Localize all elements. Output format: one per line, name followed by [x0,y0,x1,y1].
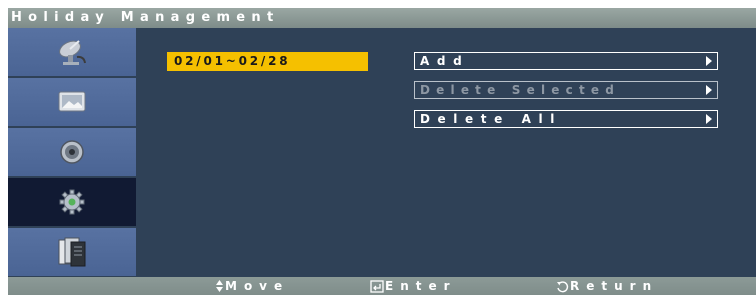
delete-all-button-label: Delete All [420,112,562,126]
sidebar-item-picture[interactable] [8,78,136,126]
delete-selected-button-label: Delete Selected [420,83,621,97]
arrow-right-icon [706,85,712,95]
delete-selected-button[interactable]: Delete Selected [414,81,718,99]
move-hint-label: Move [225,279,290,293]
osd-window: Holiday Management 02/01~02/28 Add Delet… [8,8,756,295]
sidebar-item-multi-control[interactable] [8,228,136,276]
add-button-label: Add [420,54,470,68]
enter-hint: Enter [370,277,457,295]
navigation-hint-bar: Move Enter Return [8,277,756,295]
category-sidebar [8,28,136,277]
delete-all-button[interactable]: Delete All [414,110,718,128]
speaker-icon [60,140,84,164]
sidebar-item-setup[interactable] [8,178,136,226]
sidebar-item-sound[interactable] [8,128,136,176]
arrow-right-icon [706,114,712,124]
enter-icon [370,277,384,295]
up-down-arrow-icon [215,277,224,295]
return-icon [556,277,569,295]
enter-hint-label: Enter [385,279,457,293]
arrow-right-icon [706,56,712,66]
gear-icon [59,189,85,215]
documents-icon [58,237,86,267]
window-title: Holiday Management [8,8,756,28]
holiday-panel: 02/01~02/28 Add Delete Selected Delete A… [136,28,756,277]
picture-icon [58,91,86,112]
add-button[interactable]: Add [414,52,718,70]
holiday-entry-selected[interactable]: 02/01~02/28 [167,52,368,71]
satellite-dish-icon [59,40,86,65]
sidebar-item-channel[interactable] [8,28,136,76]
return-hint-label: Return [570,279,659,293]
return-hint: Return [556,277,658,295]
move-hint: Move [215,277,289,295]
